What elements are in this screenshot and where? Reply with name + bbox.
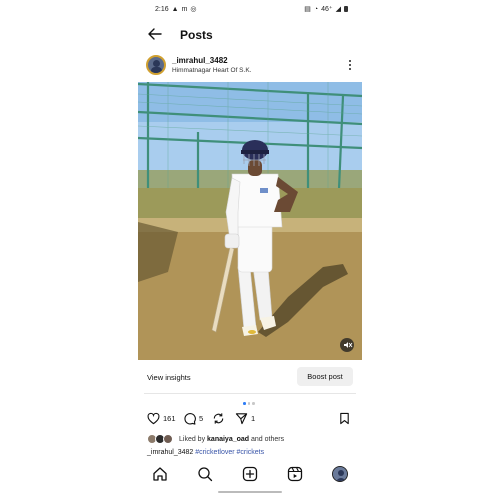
messenger-icon: m xyxy=(181,5,188,13)
comment-button[interactable]: 5 xyxy=(183,412,203,425)
comment-icon xyxy=(184,413,196,425)
reels-icon xyxy=(287,466,303,482)
liked-by-row[interactable]: Liked by kanaiya_oad and others xyxy=(147,434,284,444)
bottom-nav xyxy=(138,462,362,486)
liked-by-prefix: Liked by xyxy=(179,435,208,443)
cricket-player-photo xyxy=(138,82,362,360)
insights-row: View insights Boost post xyxy=(138,366,362,388)
divider xyxy=(144,393,356,394)
mute-icon[interactable] xyxy=(340,338,354,352)
nav-search[interactable] xyxy=(197,466,213,482)
heart-icon xyxy=(147,412,160,425)
boost-post-button[interactable]: Boost post xyxy=(297,367,353,386)
notification-icon: ▲ xyxy=(171,5,179,13)
post-location[interactable]: Himmatnagar Heart Of S.K. xyxy=(172,67,251,74)
status-indicators: ▤ ◔ 46⁺ ◢ xyxy=(304,5,348,13)
status-bar: 2:16 ▲ m ◎ ▤ ◔ 46⁺ ◢ xyxy=(138,0,362,18)
page-title: Posts xyxy=(180,28,213,42)
status-time: 2:16 xyxy=(155,5,169,13)
phone-screen: 2:16 ▲ m ◎ ▤ ◔ 46⁺ ◢ Posts _imrahul_3482… xyxy=(138,0,362,500)
share-count[interactable]: 1 xyxy=(251,414,255,423)
home-icon xyxy=(153,467,167,481)
share-icon xyxy=(235,413,248,425)
nav-profile[interactable] xyxy=(332,466,348,482)
carousel-dot-active xyxy=(243,402,246,405)
network-label: 46⁺ xyxy=(321,6,333,13)
home-indicator xyxy=(218,491,282,493)
liker-avatars xyxy=(147,434,175,444)
wifi-icon: ◔ xyxy=(313,5,319,13)
view-insights-link[interactable]: View insights xyxy=(147,373,191,382)
more-options-icon[interactable] xyxy=(348,59,352,73)
post-caption: _imrahul_3482 #cricketlover #crickets xyxy=(147,449,264,456)
like-count[interactable]: 161 xyxy=(163,414,176,423)
repost-icon xyxy=(213,413,224,424)
save-button[interactable] xyxy=(338,412,351,425)
signal-icon: ◢ xyxy=(335,6,341,13)
nav-create[interactable] xyxy=(242,466,258,482)
post-owner-row: _imrahul_3482 Himmatnagar Heart Of S.K. xyxy=(138,53,362,79)
carousel-dot xyxy=(247,402,250,405)
status-time-group: 2:16 ▲ m ◎ xyxy=(155,5,197,14)
carousel-indicator xyxy=(243,402,255,405)
post-photo[interactable] xyxy=(138,82,362,360)
repost-button[interactable] xyxy=(212,412,225,425)
whatsapp-icon: ◎ xyxy=(190,6,197,13)
sim-icon: ▤ xyxy=(304,6,311,13)
bookmark-icon xyxy=(340,412,349,425)
like-button[interactable]: 161 xyxy=(147,412,176,425)
comment-count[interactable]: 5 xyxy=(199,414,203,423)
carousel-dot xyxy=(252,402,255,405)
avatar[interactable] xyxy=(146,55,166,75)
post-username[interactable]: _imrahul_3482 xyxy=(172,56,228,65)
search-icon xyxy=(198,467,213,482)
battery-icon xyxy=(344,6,348,12)
share-button[interactable]: 1 xyxy=(235,412,255,425)
caption-hashtags[interactable]: #cricketlover #crickets xyxy=(195,449,264,456)
profile-icon xyxy=(333,467,347,481)
back-arrow-icon[interactable] xyxy=(148,28,162,40)
nav-reels[interactable] xyxy=(287,466,303,482)
app-header: Posts xyxy=(138,22,362,48)
caption-username[interactable]: _imrahul_3482 xyxy=(147,449,193,456)
nav-home[interactable] xyxy=(152,466,168,482)
create-icon xyxy=(242,466,258,482)
liked-by-suffix: and others xyxy=(249,435,285,443)
post-actions: 161 5 1 xyxy=(138,410,362,428)
liked-by-text: Liked by kanaiya_oad and others xyxy=(179,436,284,443)
liked-by-user[interactable]: kanaiya_oad xyxy=(207,436,249,443)
avatar xyxy=(163,434,173,444)
